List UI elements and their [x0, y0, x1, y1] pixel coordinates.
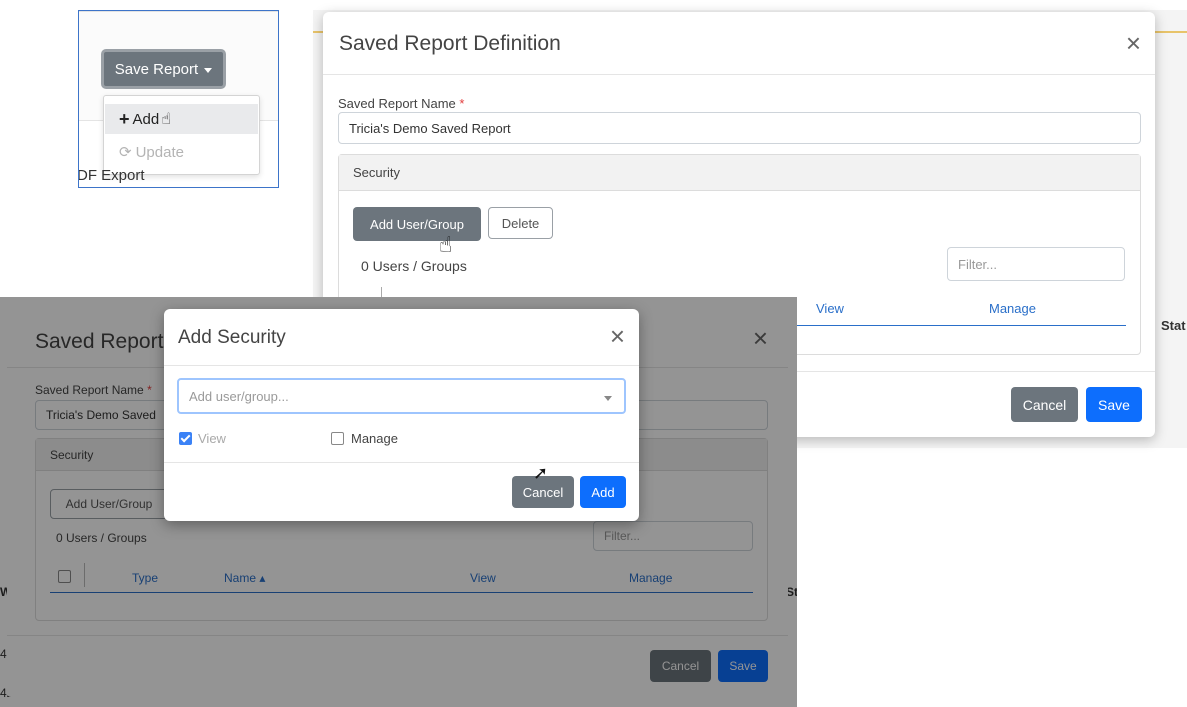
select-placeholder: Add user/group...: [189, 388, 289, 404]
security-header: Security: [339, 155, 1140, 191]
user-count: 0 Users / Groups: [361, 258, 467, 274]
user-group-select[interactable]: Add user/group...: [177, 378, 626, 414]
delete-label: Delete: [501, 215, 540, 231]
add-user-group-label: Add User/Group: [370, 216, 464, 232]
add-security-modal: Add Security × Add user/group... View Ma…: [164, 309, 639, 521]
manage-label: Manage: [351, 431, 398, 446]
menu-item-update[interactable]: ⟳ Update: [105, 138, 258, 166]
column-view[interactable]: View: [816, 301, 844, 316]
caret-down-icon: [204, 67, 213, 73]
divider: [79, 11, 278, 12]
menu-item-add-label: Add: [132, 110, 160, 128]
divider: [164, 365, 639, 366]
name-label-text: Saved Report Name: [338, 96, 456, 111]
report-name-input[interactable]: Tricia's Demo Saved Report: [338, 112, 1141, 144]
delete-button[interactable]: Delete: [488, 207, 553, 239]
modal-title: Saved Report Definition: [339, 32, 561, 55]
save-report-menu: + Add ☝ ⟳ Update: [103, 95, 260, 175]
save-report-button[interactable]: Save Report: [101, 49, 226, 89]
filter-input[interactable]: Filter...: [947, 247, 1125, 281]
chevron-down-icon: [604, 396, 612, 401]
arrow-cursor-icon: ➚: [533, 463, 549, 483]
cancel-button[interactable]: Cancel: [1011, 387, 1078, 422]
add-user-group-button[interactable]: Add User/Group: [353, 207, 481, 241]
menu-item-add[interactable]: + Add ☝: [105, 104, 258, 134]
name-label: Saved Report Name *: [338, 96, 464, 111]
save-report-panel: Save Report + Add ☝ ⟳ Update DF Export: [78, 10, 279, 188]
add-label: Add: [591, 484, 615, 500]
close-icon[interactable]: ×: [610, 323, 625, 349]
menu-item-update-label: Update: [135, 143, 184, 161]
modal-title: Add Security: [178, 327, 286, 348]
close-icon[interactable]: ×: [1126, 30, 1141, 56]
plus-icon: +: [119, 108, 130, 129]
column-manage[interactable]: Manage: [989, 301, 1036, 316]
divider: [164, 462, 639, 463]
hand-cursor-icon: ☝: [161, 111, 171, 128]
refresh-icon: ⟳: [119, 144, 132, 161]
manage-checkbox[interactable]: [331, 432, 344, 445]
bg-column-stat: Stat: [1161, 318, 1186, 333]
required-mark: *: [459, 96, 465, 111]
report-name-value: Tricia's Demo Saved Report: [349, 120, 511, 136]
save-button[interactable]: Save: [1086, 387, 1142, 422]
cancel-label: Cancel: [1022, 396, 1067, 413]
view-checkbox[interactable]: [179, 432, 192, 445]
add-button[interactable]: Add: [580, 476, 626, 508]
hand-cursor-icon: ☝: [439, 232, 453, 257]
view-label: View: [198, 431, 226, 446]
pdf-export-text: DF Export: [78, 167, 145, 184]
cancel-label: Cancel: [522, 484, 564, 500]
save-report-label: Save Report: [114, 60, 199, 78]
save-label: Save: [1098, 396, 1130, 413]
filter-placeholder: Filter...: [958, 256, 998, 272]
divider: [323, 74, 1155, 75]
